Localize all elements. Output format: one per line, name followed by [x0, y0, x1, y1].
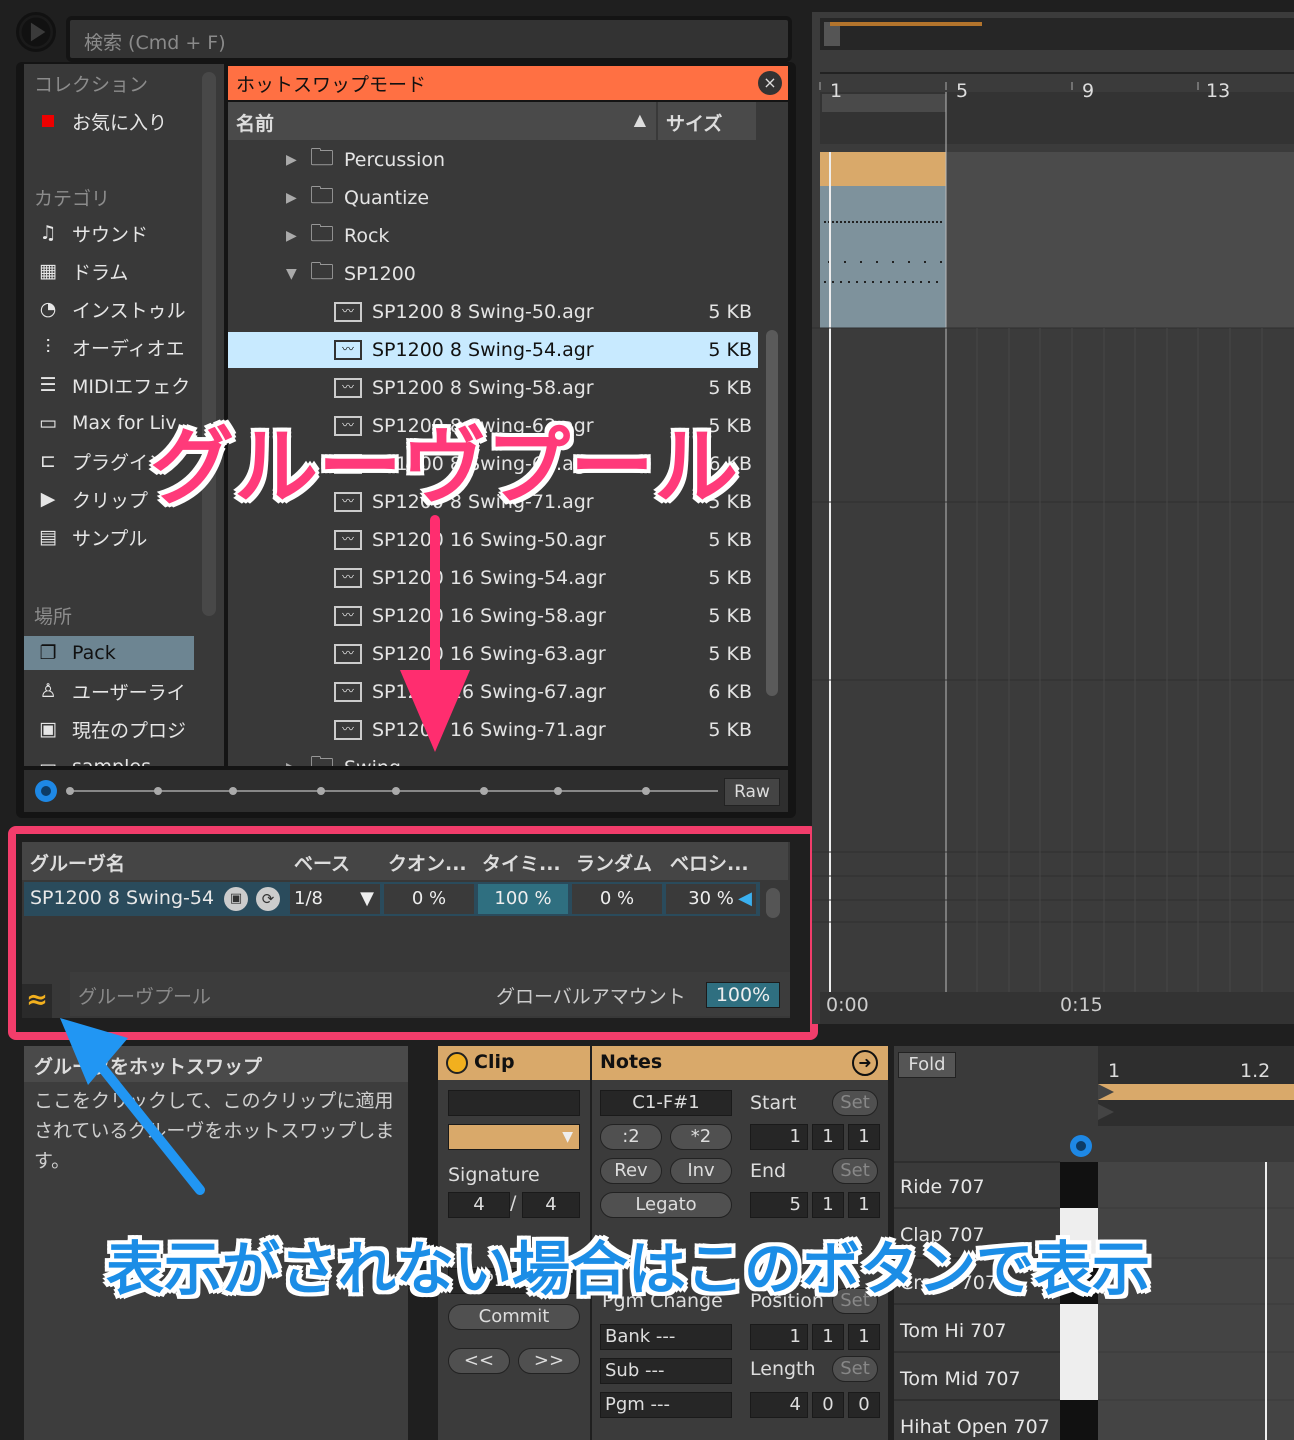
annotation-caption: 表示がされない場合はこのボタンで表示 [106, 1235, 1151, 1303]
arrow-blue-head [60, 1018, 128, 1085]
arrow-blue-line [95, 1060, 205, 1195]
arrow-pink-head [400, 670, 470, 752]
annotation-title: グルーヴプール [150, 418, 739, 516]
